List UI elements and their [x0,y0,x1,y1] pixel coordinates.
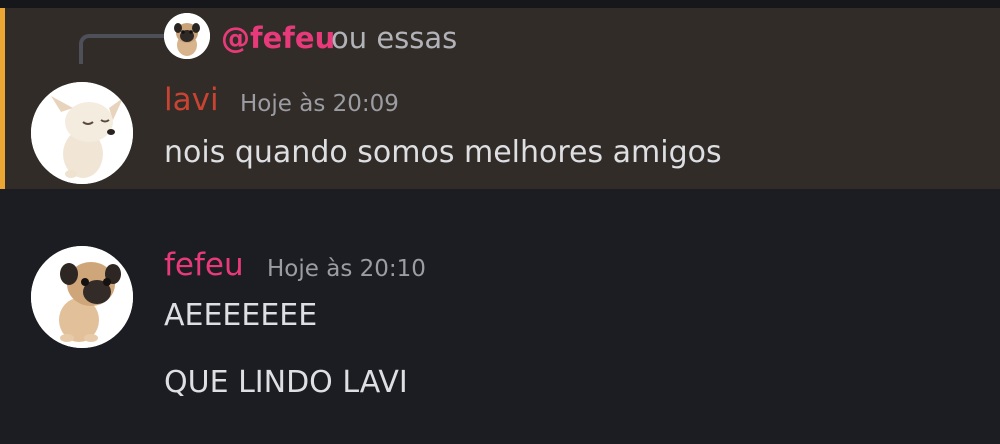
top-bar [0,0,1000,8]
chihuahua-puppy-icon [31,82,133,184]
message-text: AEEEEEEE [164,298,318,333]
message-author[interactable]: fefeu [164,246,244,284]
message-text: nois quando somos melhores amigos [164,135,722,170]
reply-avatar-fefeu[interactable] [164,13,210,59]
mention-accent-bar [0,8,5,189]
reply-preview-text[interactable]: ou essas [331,20,457,56]
message-author[interactable]: lavi [164,81,219,119]
avatar-lavi[interactable] [31,82,133,184]
message-text: QUE LINDO LAVI [164,365,408,400]
message-timestamp: Hoje às 20:10 [267,256,426,282]
reply-author[interactable]: @fefeu [221,20,335,56]
avatar-fefeu[interactable] [31,246,133,348]
reply-connector [79,34,167,64]
message-timestamp: Hoje às 20:09 [240,91,399,117]
pug-puppy-icon [31,246,133,348]
pug-puppy-icon [164,13,210,59]
